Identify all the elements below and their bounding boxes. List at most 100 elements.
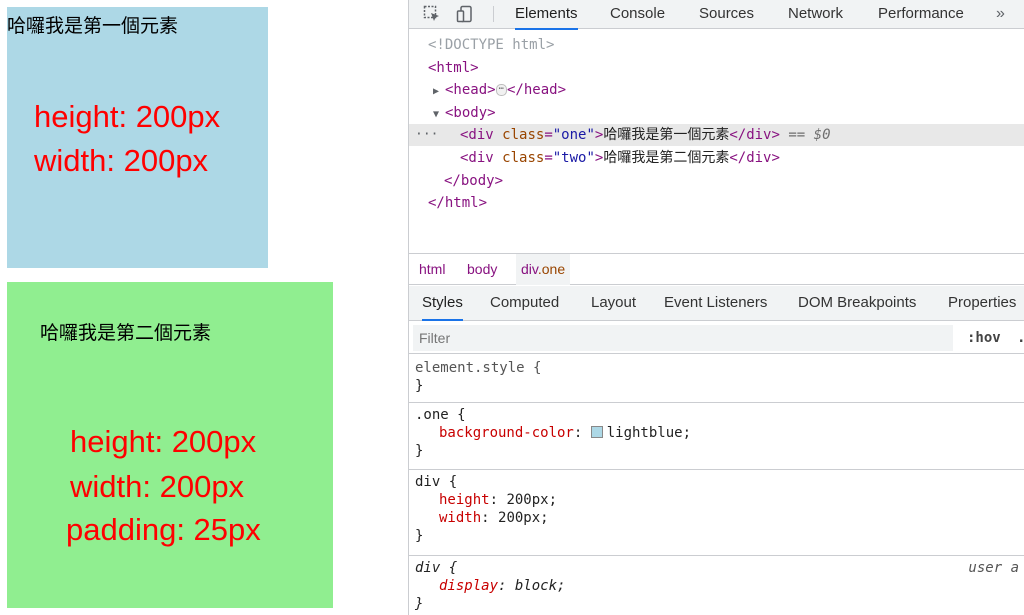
- tab-console[interactable]: Console: [610, 0, 665, 29]
- annotation-height: height: 200px: [70, 424, 257, 459]
- div-open-tag: <div: [460, 127, 494, 143]
- class-attr-name: class: [502, 127, 545, 143]
- dom-line-body[interactable]: ▼ <body>: [409, 102, 1024, 124]
- styles-filter-input[interactable]: [413, 325, 953, 351]
- dom-line-head[interactable]: ▶ <head> ⋯ </head>: [409, 79, 1024, 101]
- selector-text: element.style {: [415, 360, 542, 376]
- dom-line-html[interactable]: <html>: [409, 57, 1024, 79]
- rendered-page: 哈囉我是第一個元素 height: 200px width: 200px 哈囉我…: [0, 0, 408, 615]
- styles-filter-bar: :hov .: [409, 322, 1024, 354]
- tab-computed[interactable]: Computed: [490, 286, 559, 321]
- body-close-tag: </body>: [444, 173, 504, 189]
- property-value: block;: [514, 578, 566, 594]
- row-actions-icon[interactable]: ···: [415, 124, 438, 146]
- stylesheet-origin: user a: [968, 560, 1019, 576]
- rule-user-agent-div: div { user a display: block; }: [409, 557, 1024, 615]
- toolbar-divider: [493, 6, 494, 22]
- declaration-background-color[interactable]: background-color: lightblue;: [409, 424, 1024, 442]
- breadcrumb-div-class: .one: [537, 261, 566, 277]
- declaration-width[interactable]: width: 200px;: [409, 509, 1024, 527]
- devtools-panel: Elements Console Sources Network Perform…: [408, 0, 1024, 615]
- div-one-text: 哈囉我是第一個元素: [7, 15, 179, 37]
- annotation-height: height: 200px: [34, 99, 221, 134]
- tab-event-listeners[interactable]: Event Listeners: [664, 286, 767, 321]
- div-close-tag: </div>: [729, 150, 780, 166]
- div-one-text-node: 哈囉我是第一個元素: [603, 127, 730, 143]
- class-attr-value: "one": [552, 127, 595, 143]
- head-close-tag: </head>: [507, 82, 567, 98]
- rule-close: }: [415, 528, 424, 544]
- rule-element-style: element.style { }: [409, 357, 1024, 403]
- collapsed-ellipsis-icon[interactable]: ⋯: [495, 84, 507, 96]
- tab-elements[interactable]: Elements: [515, 0, 578, 30]
- div-open-tag: <div: [460, 150, 494, 166]
- property-name: background-color: [439, 425, 574, 441]
- property-value: lightblue;: [606, 425, 692, 441]
- attr-equals: =: [544, 150, 553, 166]
- rule-selector[interactable]: div { user a: [409, 559, 1024, 577]
- tab-layout[interactable]: Layout: [591, 286, 636, 321]
- property-name: width: [439, 510, 482, 526]
- selector-text: div {: [415, 560, 458, 576]
- selector-text: .one {: [415, 407, 466, 423]
- hover-state-toggle[interactable]: :hov: [967, 322, 1001, 354]
- breadcrumb-div-tag: div: [521, 261, 538, 277]
- color-swatch-icon[interactable]: [590, 426, 603, 438]
- rule-close: }: [415, 596, 424, 612]
- rule-div: div { height: 200px; width: 200px; }: [409, 471, 1024, 556]
- dom-line-div-two[interactable]: <div class="two">哈囉我是第二個元素</div>: [409, 147, 1024, 169]
- selector-text: div {: [415, 474, 458, 490]
- property-value: 200px;: [506, 492, 558, 508]
- dom-line-div-one[interactable]: ··· <div class="one">哈囉我是第一個元素</div> == …: [409, 124, 1024, 146]
- tab-performance[interactable]: Performance: [878, 0, 964, 29]
- sidebar-tabbar: Styles Computed Layout Event Listeners D…: [409, 286, 1024, 321]
- tab-dom-breakpoints[interactable]: DOM Breakpoints: [798, 286, 916, 321]
- tab-network[interactable]: Network: [788, 0, 843, 29]
- rule-close: }: [415, 378, 424, 394]
- annotation-padding: padding: 25px: [66, 512, 261, 547]
- div-two-text-node: 哈囉我是第二個元素: [603, 150, 730, 166]
- declaration-display[interactable]: display: block;: [409, 577, 1024, 595]
- more-tabs-icon[interactable]: »: [996, 0, 1005, 29]
- annotation-width: width: 200px: [34, 143, 209, 178]
- body-open-tag: <body>: [445, 105, 496, 121]
- selected-node-ref: == $0: [788, 127, 831, 143]
- tab-properties[interactable]: Properties: [948, 286, 1016, 321]
- rule-close: }: [415, 443, 424, 459]
- collapse-triangle-icon[interactable]: ▼: [433, 104, 445, 126]
- breadcrumb: html body div.one: [409, 253, 1024, 285]
- expand-triangle-icon[interactable]: ▶: [433, 81, 445, 103]
- device-toolbar-icon[interactable]: [456, 5, 474, 23]
- html-close-tag: </html>: [428, 195, 488, 211]
- doctype-text: <!DOCTYPE html>: [428, 37, 555, 53]
- class-toggle[interactable]: .: [1017, 322, 1024, 354]
- html-open-tag: <html>: [428, 60, 479, 76]
- tab-styles[interactable]: Styles: [422, 286, 463, 321]
- class-attr-value: "two": [552, 150, 595, 166]
- rule-selector[interactable]: element.style {: [409, 359, 1024, 377]
- property-value: 200px;: [498, 510, 549, 526]
- class-attr-name: class: [502, 150, 545, 166]
- devtools-tabbar: Elements Console Sources Network Perform…: [409, 0, 1024, 30]
- dom-line-doctype[interactable]: <!DOCTYPE html>: [409, 34, 1024, 56]
- attr-equals: =: [544, 127, 553, 143]
- rule-selector[interactable]: .one {: [409, 406, 1024, 424]
- inspect-element-icon[interactable]: [423, 5, 441, 23]
- div-close-tag: </div>: [729, 127, 780, 143]
- property-name: height: [439, 492, 490, 508]
- property-name: display: [439, 578, 499, 594]
- breadcrumb-div-one[interactable]: div.one: [516, 254, 571, 285]
- div-two-text: 哈囉我是第二個元素: [40, 322, 212, 344]
- dom-line-body-close[interactable]: </body>: [409, 170, 1024, 192]
- breadcrumb-body[interactable]: body: [462, 254, 502, 285]
- dom-tree: <!DOCTYPE html> <html> ▶ <head> ⋯ </head> ▼…: [409, 30, 1024, 252]
- head-open-tag: <head>: [445, 82, 496, 98]
- breadcrumb-html[interactable]: html: [414, 254, 450, 285]
- dom-line-html-close[interactable]: </html>: [409, 192, 1024, 214]
- rule-one: .one { background-color: lightblue; }: [409, 404, 1024, 470]
- declaration-height[interactable]: height: 200px;: [409, 491, 1024, 509]
- rule-selector[interactable]: div {: [409, 473, 1024, 491]
- div-one-box: 哈囉我是第一個元素: [7, 7, 268, 268]
- annotation-width: width: 200px: [70, 469, 245, 504]
- tab-sources[interactable]: Sources: [699, 0, 754, 29]
